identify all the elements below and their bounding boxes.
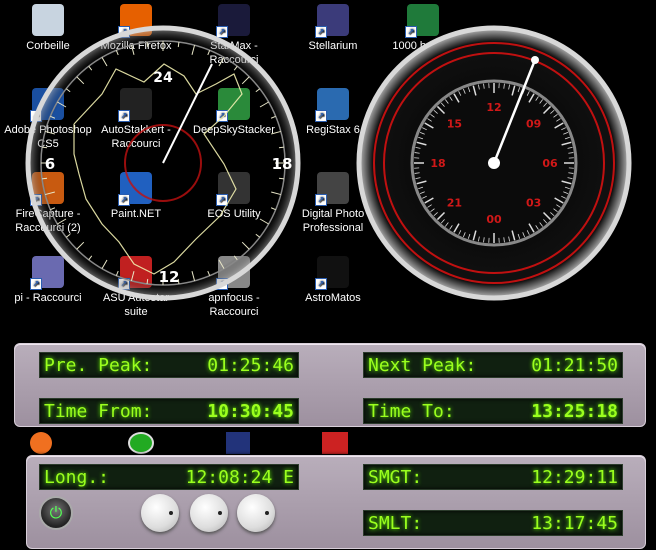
time-from-label: Time From: — [44, 401, 153, 422]
clock-number-03: 03 — [526, 197, 541, 210]
knob-1[interactable] — [141, 494, 179, 532]
shortcut-arrow-icon: ↗ — [315, 26, 327, 38]
clock-number-12: 12 — [486, 101, 501, 114]
smlt-display: SMLT: 13:17:45 — [363, 510, 623, 536]
clock-number-24: 24 — [153, 70, 173, 86]
shortcut-arrow-icon: ↗ — [315, 110, 327, 122]
stellarium-icon[interactable] — [226, 432, 250, 454]
clock-number-6: 6 — [45, 155, 55, 173]
shortcut-arrow-icon: ↗ — [315, 278, 327, 290]
clock-center-cap — [488, 157, 500, 169]
clock-tick — [278, 146, 285, 149]
clock-tick — [146, 41, 149, 48]
hidden-icon-row — [0, 428, 656, 456]
power-icon: ⏻ — [49, 503, 63, 522]
smlt-value: 13:17:45 — [531, 513, 618, 534]
smgt-label: SMGT: — [368, 467, 423, 488]
peak-times-panel: Pre. Peak: 01:25:46 Next Peak: 01:21:50 … — [14, 343, 646, 427]
dpp-icon: ↗ — [315, 172, 349, 206]
clock-number-00: 00 — [486, 213, 502, 226]
clock-tick — [146, 278, 149, 285]
next-peak-display: Next Peak: 01:21:50 — [363, 352, 623, 378]
time-to-label: Time To: — [368, 401, 455, 422]
desktop-icon-label: AstroMatos — [305, 292, 361, 304]
clock-hand-tip — [531, 56, 539, 64]
desktop-icon-label: Stellarium — [308, 40, 358, 52]
pre-peak-label: Pre. Peak: — [44, 355, 153, 376]
stellarium-icon: ↗ — [315, 4, 349, 38]
knob-3[interactable] — [237, 494, 275, 532]
clock-number-12: 12 — [159, 268, 180, 286]
pre-peak-display: Pre. Peak: 01:25:46 — [39, 352, 299, 378]
time-from-display: Time From: 10:30:45 — [39, 398, 299, 424]
next-peak-label: Next Peak: — [368, 355, 477, 376]
clock-tick — [41, 146, 48, 149]
knob-2[interactable] — [190, 494, 228, 532]
desktop-icon-label: RegiStax 6 — [306, 124, 360, 136]
registax-icon: ↗ — [315, 88, 349, 122]
avast-icon[interactable] — [30, 432, 52, 454]
app-icon[interactable] — [322, 432, 348, 454]
clock-number-09: 09 — [526, 117, 541, 130]
next-peak-value: 01:21:50 — [531, 355, 618, 376]
clock-number-21: 21 — [447, 197, 462, 210]
longitude-display: Long.: 12:08:24 E — [39, 464, 299, 490]
time-to-display: Time To: 13:25:18 — [363, 398, 623, 424]
time-from-value: 10:30:45 — [207, 401, 294, 422]
longitude-label: Long.: — [44, 467, 110, 488]
clock-number-18: 18 — [272, 155, 293, 173]
red-24h-clock[interactable]: 12 09 15 06 18 03 21 00 — [355, 24, 633, 302]
clock-tick — [41, 177, 48, 180]
clock-number-06: 06 — [542, 157, 558, 170]
pre-peak-value: 01:25:46 — [207, 355, 294, 376]
astromatos-icon: ↗ — [315, 256, 349, 290]
constellation-clock[interactable]: 24 18 6 12 — [24, 24, 302, 302]
sidereal-time-panel: Long.: 12:08:24 E SMGT: 12:29:11 SMLT: 1… — [26, 455, 646, 549]
smlt-label: SMLT: — [368, 513, 423, 534]
clock-tick — [278, 177, 285, 180]
phd-icon[interactable] — [128, 432, 154, 454]
clock-tick — [177, 41, 180, 48]
clock-number-15: 15 — [447, 117, 462, 130]
time-to-value: 13:25:18 — [531, 401, 618, 422]
smgt-value: 12:29:11 — [531, 467, 618, 488]
clock-number-18: 18 — [430, 157, 445, 170]
shortcut-arrow-icon: ↗ — [315, 194, 327, 206]
power-button[interactable]: ⏻ — [39, 496, 73, 530]
smgt-display: SMGT: 12:29:11 — [363, 464, 623, 490]
longitude-value: 12:08:24 E — [185, 467, 294, 488]
